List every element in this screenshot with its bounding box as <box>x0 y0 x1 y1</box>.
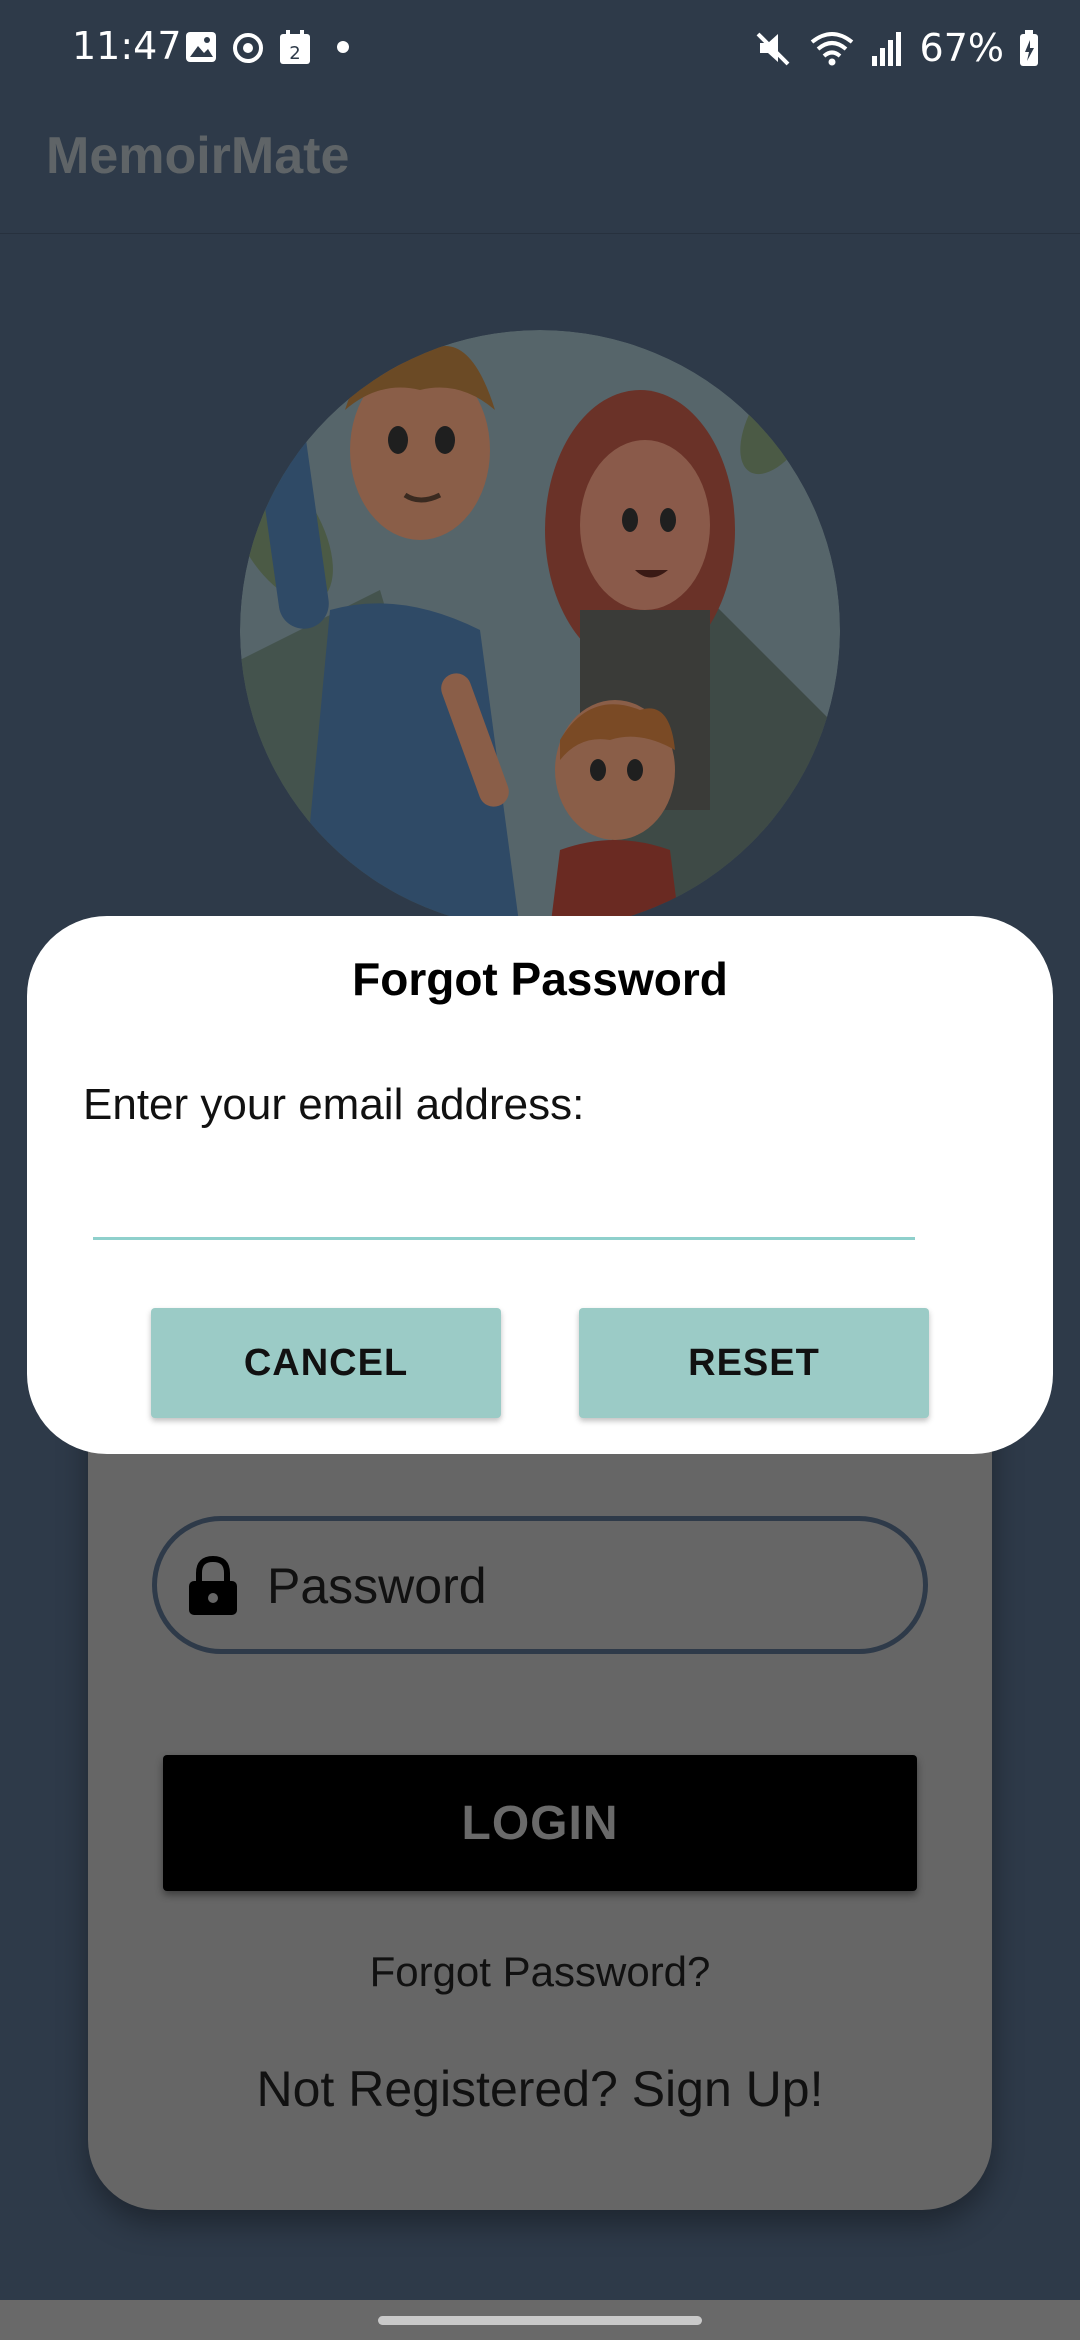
mute-icon <box>756 32 789 66</box>
app-title: MemoirMate <box>46 127 350 185</box>
lock-icon <box>189 1555 237 1615</box>
forgot-password-dialog: Forgot Password Enter your email address… <box>27 916 1053 1454</box>
cancel-button[interactable]: CANCEL <box>151 1308 501 1418</box>
password-placeholder: Password <box>267 1558 487 1614</box>
dialog-message: Enter your email address: <box>83 1080 585 1129</box>
battery-percent: 67% <box>919 26 1004 70</box>
calendar-badge: 2 <box>289 43 300 64</box>
dialog-title: Forgot Password <box>352 953 728 1005</box>
calendar-icon: 2 <box>280 30 310 64</box>
email-input[interactable] <box>93 1136 915 1240</box>
dot-icon <box>337 41 349 53</box>
password-field[interactable]: Password <box>152 1516 928 1654</box>
login-card: Password LOGIN Forgot Password? Not Regi… <box>88 1380 992 2210</box>
reset-button[interactable]: RESET <box>579 1308 929 1418</box>
signup-link[interactable]: Not Registered? Sign Up! <box>88 2060 992 2118</box>
sync-icon <box>233 33 263 63</box>
gallery-icon <box>186 32 216 62</box>
home-gesture-handle[interactable] <box>378 2316 702 2325</box>
status-time: 11:47 <box>72 24 182 68</box>
navigation-bar <box>0 2300 1080 2340</box>
forgot-password-link[interactable]: Forgot Password? <box>88 1948 992 1996</box>
family-illustration <box>240 330 840 930</box>
wifi-icon <box>810 32 853 66</box>
battery-icon <box>1020 30 1038 66</box>
status-bar: 11:47 2 67% <box>0 0 1080 96</box>
signal-icon <box>871 32 901 66</box>
status-right: 67% <box>754 24 1040 72</box>
login-button[interactable]: LOGIN <box>163 1755 917 1891</box>
app-bar: MemoirMate <box>0 96 1080 234</box>
